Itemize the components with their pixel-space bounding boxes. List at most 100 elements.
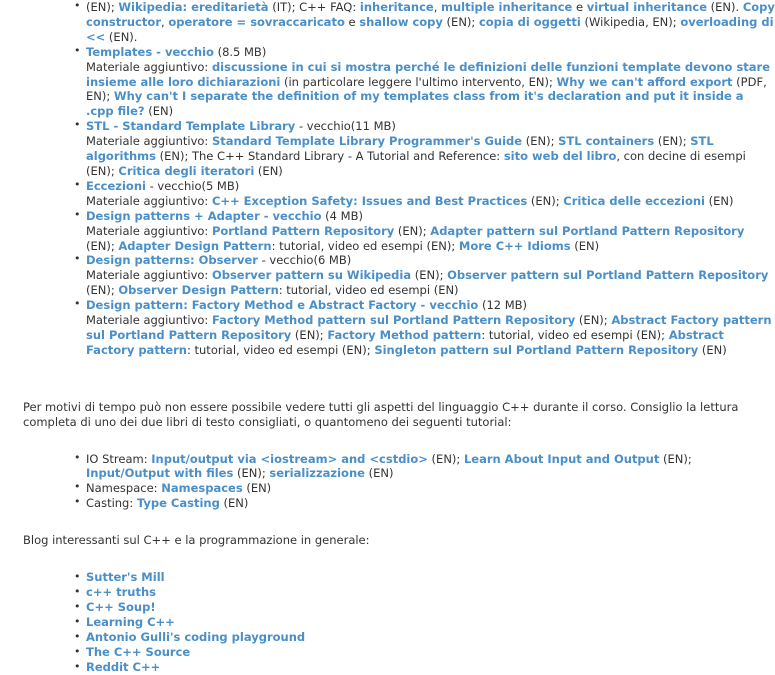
inline-link[interactable]: sito web del libro [504,149,617,163]
inline-link[interactable]: Learn About Input and Output [464,452,659,466]
material-additional-label: Materiale aggiuntivo: [86,268,212,283]
blog-link[interactable]: Antonio Gulli's coding playground [86,630,305,644]
list-item-material[interactable]: Design patterns: Observer - vecchio(6 MB… [0,252,775,298]
inline-text: (EN); The C++ Standard Library - A Tutor… [155,149,504,164]
inline-link[interactable]: Type Casting [137,496,220,510]
inline-text: (EN) [364,466,394,481]
material-additional-label: Materiale aggiuntivo: [86,223,212,238]
inline-text: Casting: [86,496,137,511]
list-item-tutorial[interactable]: Casting: Type Casting (EN) [0,495,775,511]
list-item-blog[interactable]: Learning C++ [0,614,775,630]
inline-link[interactable]: Critica delle eccezioni [563,194,705,208]
inline-link[interactable]: Adapter Design Pattern [118,239,271,253]
inline-text: (EN) [242,481,272,496]
inline-link[interactable]: More C++ Idioms [459,239,571,253]
list-item-blog[interactable]: The C++ Source [0,644,775,660]
inline-text: (EN); [233,466,270,481]
inline-text: (EN) [144,104,174,119]
inline-link[interactable]: Factory Method pattern sul Portland Patt… [212,313,575,327]
material-additional-label: Materiale aggiuntivo: [86,193,212,208]
list-item-material[interactable]: Design pattern: Factory Method e Abstrac… [0,297,775,358]
inline-link[interactable]: Observer pattern sul Portland Pattern Re… [447,268,768,282]
list-item-material[interactable]: STL - Standard Template Library - vecchi… [0,118,775,179]
inline-text: : tutorial, video ed esempi (EN) [278,283,459,298]
list-item-continued-entry: (EN); Wikipedia: ereditarietà (IT); C++ … [0,0,775,45]
inline-link[interactable]: Critica degli iteratori [118,164,254,178]
inline-link[interactable]: STL containers [558,134,654,148]
material-title-link[interactable]: Design patterns: Observer [86,253,258,267]
inline-link[interactable]: multiple inheritance [441,0,572,14]
inline-link[interactable]: Observer Design Pattern [118,283,278,297]
inline-link[interactable]: Why can't I separate the definition of m… [86,89,744,118]
blog-link[interactable]: C++ Soup! [86,600,156,614]
list-item-blog[interactable]: Antonio Gulli's coding playground [0,629,775,645]
inline-text: (IT); C++ FAQ: [268,0,360,14]
inline-text: (EN); [291,327,328,342]
inline-link[interactable]: inheritance [360,0,434,14]
blogs-intro-paragraph: Blog interessanti sul C++ e la programma… [23,533,370,548]
inline-link[interactable]: C++ Exception Safety: Issues and Best Pr… [212,194,527,208]
inline-link[interactable]: Standard Template Library Programmer's G… [212,134,522,148]
tutorial-item-content: Namespace: Namespaces (EN) [86,481,271,495]
inline-text: Namespace: [86,481,162,496]
material-title-link[interactable]: Eccezioni [86,179,146,193]
inline-link[interactable]: Singleton pattern sul Portland Pattern R… [374,343,698,357]
blog-link[interactable]: c++ truths [86,585,156,599]
material-title-suffix: (4 MB) [321,208,363,223]
list-item-material[interactable]: Design patterns + Adapter - vecchio (4 M… [0,208,775,254]
inline-link[interactable]: Why we can't afford export [557,75,733,89]
material-additional: Materiale aggiuntivo: Factory Method pat… [86,313,775,358]
inline-link[interactable]: Portland Pattern Repository [212,224,394,238]
inline-text: (EN); [394,223,431,238]
material-title-link[interactable]: Design patterns + Adapter - vecchio [86,209,322,223]
inline-link[interactable]: Input/Output with files [86,466,233,480]
material-title-link[interactable]: Templates - vecchio [86,45,214,59]
inline-link[interactable]: shallow copy [359,15,443,29]
blog-link[interactable]: Reddit C++ [86,660,160,674]
list-item-material[interactable]: Eccezioni - vecchio(5 MB) Materiale aggi… [0,178,775,209]
inline-link[interactable]: Input/output via <iostream> and <cstdio> [151,452,428,466]
inline-link[interactable]: copia di oggetti [479,15,581,29]
inline-text: (EN) [570,238,600,253]
inline-text: (EN). [707,0,743,14]
list-item-blog[interactable]: C++ Soup! [0,599,775,615]
list-item-tutorial[interactable]: Namespace: Namespaces (EN) [0,480,775,496]
inline-text: (EN); [411,268,448,283]
inline-link[interactable]: Observer pattern su Wikipedia [212,268,411,282]
inline-link[interactable]: Factory Method pattern [327,328,481,342]
list-item-material[interactable]: Templates - vecchio (8.5 MB) Materiale a… [0,44,775,120]
list-item-tutorial[interactable]: IO Stream: Input/output via <iostream> a… [0,451,775,482]
inline-text: (in particolare leggere l'ultimo interve… [280,74,557,89]
material-additional-links: C++ Exception Safety: Issues and Best Pr… [212,194,734,208]
inline-text: e [344,14,360,29]
material-title-suffix: - vecchio(11 MB) [295,119,396,134]
material-title-link[interactable]: STL - Standard Template Library [86,119,295,133]
inline-link[interactable]: operatore = sovraccaricato [168,15,345,29]
inline-text: (EN); [575,313,612,328]
inline-text: IO Stream: [86,451,152,466]
blog-link[interactable]: Sutter's Mill [86,570,165,584]
list-item-blog[interactable]: c++ truths [0,584,775,600]
list-item-blog[interactable]: Sutter's Mill [0,569,775,585]
material-title-link[interactable]: Design pattern: Factory Method e Abstrac… [86,298,478,312]
inline-link[interactable]: virtual inheritance [587,0,707,14]
inline-link[interactable]: Namespaces [161,481,242,495]
inline-link[interactable]: serializzazione [269,466,365,480]
inline-text: , [433,0,441,14]
inline-text: (Wikipedia, EN); [580,14,681,29]
inline-text: (EN); [659,451,692,466]
inline-text: (EN); [86,283,119,298]
blogs-list: Sutter's Mill c++ truths C++ Soup! Learn… [0,569,775,675]
inline-text: (EN); [86,238,119,253]
inline-link[interactable]: Adapter pattern sul Portland Pattern Rep… [430,224,744,238]
inline-link[interactable]: Wikipedia: ereditarietà [118,0,268,14]
inline-text: (EN); [527,193,564,208]
inline-text: e [572,0,587,14]
material-additional-label: Materiale aggiuntivo: [86,313,212,328]
blog-link[interactable]: The C++ Source [86,645,190,659]
continued-material-text: (EN); Wikipedia: ereditarietà (IT); C++ … [86,0,775,45]
blog-link[interactable]: Learning C++ [86,615,175,629]
